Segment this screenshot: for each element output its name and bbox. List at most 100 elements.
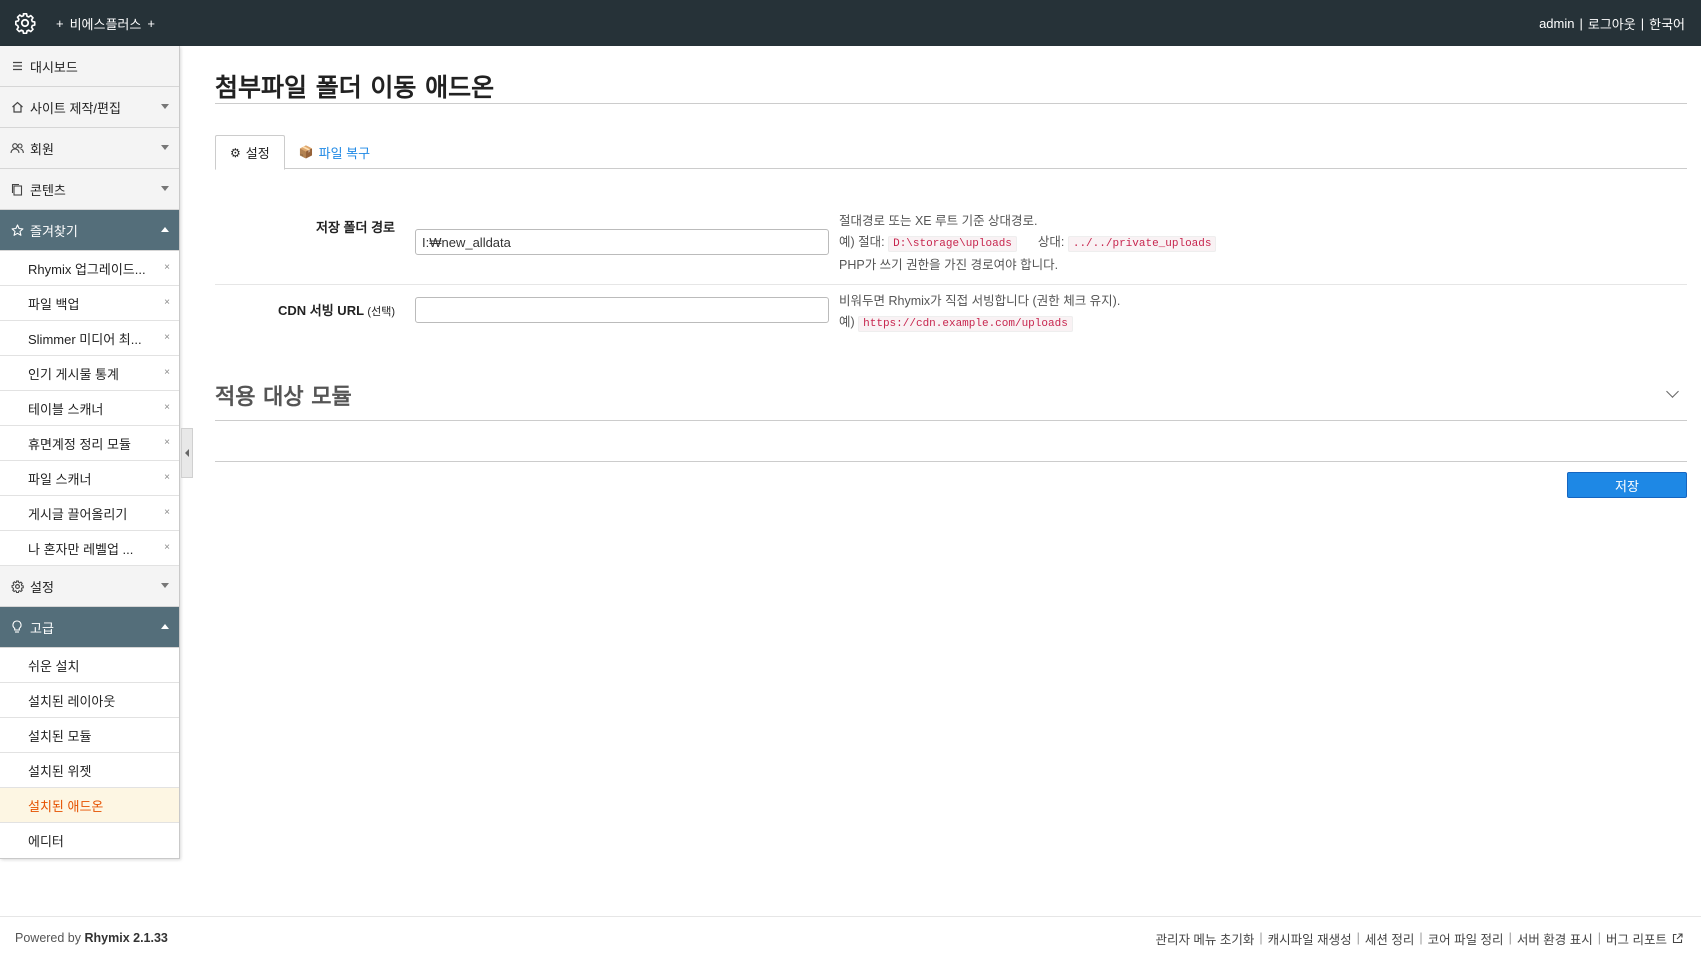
sidebar-item-installed-modules[interactable]: 설치된 모듈: [0, 718, 179, 753]
section-title: 적용 대상 모듈: [215, 385, 352, 410]
favorite-item[interactable]: 파일 스캐너 ×: [0, 461, 179, 496]
tab-settings[interactable]: ⚙ 설정: [215, 135, 285, 170]
help-abs-code: D:\storage\uploads: [888, 236, 1017, 252]
help-rel-prefix: 상대:: [1037, 235, 1065, 249]
favorite-item[interactable]: 파일 백업 ×: [0, 286, 179, 321]
cdn-url-label: CDN 서빙 URL (선택): [215, 285, 395, 343]
favorite-item[interactable]: Rhymix 업그레이드... ×: [0, 251, 179, 286]
tab-label: 설정: [245, 146, 270, 161]
sidebar-item-member[interactable]: 회원: [0, 128, 179, 169]
help-abs-prefix: 예) 절대:: [839, 235, 885, 249]
favorite-item-label: 파일 백업: [28, 296, 80, 312]
cdn-url-label-text: CDN 서빙 URL: [278, 303, 364, 318]
cdn-url-row: CDN 서빙 URL (선택) 비워두면 Rhymix가 직접 서빙합니다 (권…: [215, 285, 1687, 343]
cdn-url-input[interactable]: [415, 297, 829, 323]
caret-down-icon: [161, 145, 169, 150]
sidebar-item-label: 설치된 애드온: [28, 798, 104, 814]
separator: |: [1356, 931, 1360, 945]
sidebar-item-label: 고급: [30, 620, 54, 636]
user-link[interactable]: admin: [1539, 16, 1574, 31]
sidebar-collapse-button[interactable]: [181, 428, 193, 478]
sidebar-item-label: 설치된 레이아웃: [28, 693, 116, 709]
package-icon: 📦: [298, 145, 314, 159]
add-shortcut-left[interactable]: +: [56, 16, 64, 31]
remove-favorite-icon[interactable]: ×: [164, 262, 170, 273]
favorite-item[interactable]: 게시글 끌어올리기 ×: [0, 496, 179, 531]
logout-link[interactable]: 로그아웃: [1588, 14, 1636, 33]
favorite-item[interactable]: Slimmer 미디어 최... ×: [0, 321, 179, 356]
storage-path-field-wrap: [415, 209, 829, 284]
remove-favorite-icon[interactable]: ×: [164, 332, 170, 343]
sidebar-item-label: 회원: [30, 141, 54, 157]
sidebar-item-dashboard[interactable]: 대시보드: [0, 46, 179, 87]
star-icon: [8, 223, 26, 237]
caret-up-icon: [161, 624, 169, 629]
favorite-item-label: 나 혼자만 레벨업 ...: [28, 541, 134, 557]
sidebar-item-label: 설치된 위젯: [28, 763, 92, 779]
sidebar: 대시보드 사이트 제작/편집 회원 콘텐츠 즐겨찾기 Rhymix 업그레이드.…: [0, 46, 180, 859]
bulb-icon: [8, 620, 26, 634]
add-shortcut-right[interactable]: +: [147, 16, 155, 31]
sidebar-item-editor[interactable]: 에디터: [0, 823, 179, 858]
storage-path-row: 저장 폴더 경로 절대경로 또는 XE 루트 기준 상대경로. 예) 절대: D…: [215, 209, 1687, 285]
favorite-item[interactable]: 나 혼자만 레벨업 ... ×: [0, 531, 179, 566]
users-icon: [8, 142, 26, 154]
footer-link-clean-session[interactable]: 세션 정리: [1365, 929, 1414, 948]
storage-path-label: 저장 폴더 경로: [316, 220, 395, 235]
powered-prefix: Powered by: [15, 931, 82, 945]
sidebar-item-installed-addons[interactable]: 설치된 애드온: [0, 788, 179, 823]
favorite-item[interactable]: 인기 게시물 통계 ×: [0, 356, 179, 391]
powered-brand[interactable]: Rhymix 2.1.33: [85, 931, 168, 945]
main-content: 첨부파일 폴더 이동 애드온 ⚙ 설정 📦 파일 복구 저장 폴더 경로 절대경…: [215, 46, 1687, 510]
separator: |: [1419, 931, 1423, 945]
favorite-item-label: 게시글 끌어올리기: [28, 506, 128, 522]
sidebar-item-installed-layouts[interactable]: 설치된 레이아웃: [0, 683, 179, 718]
sidebar-item-label: 대시보드: [30, 59, 78, 75]
favorite-item-label: Slimmer 미디어 최...: [28, 331, 142, 347]
sidebar-item-settings[interactable]: 설정: [0, 566, 179, 607]
remove-favorite-icon[interactable]: ×: [164, 297, 170, 308]
footer-link-regen-cache[interactable]: 캐시파일 재생성: [1268, 929, 1352, 948]
remove-favorite-icon[interactable]: ×: [164, 437, 170, 448]
remove-favorite-icon[interactable]: ×: [164, 542, 170, 553]
footer-link-clean-core[interactable]: 코어 파일 정리: [1428, 929, 1504, 948]
site-name-link[interactable]: 비에스플러스: [70, 14, 142, 33]
cdn-url-label-optional: (선택): [367, 306, 395, 318]
footer-link-reset-menu[interactable]: 관리자 메뉴 초기화: [1155, 929, 1254, 948]
save-button[interactable]: 저장: [1567, 472, 1687, 498]
caret-up-icon: [161, 227, 169, 232]
sidebar-item-installed-widgets[interactable]: 설치된 위젯: [0, 753, 179, 788]
target-modules-section[interactable]: 적용 대상 모듈: [215, 379, 1687, 421]
footer-link-bug-report[interactable]: 버그 리포트: [1606, 929, 1667, 948]
separator: |: [1259, 931, 1263, 945]
sidebar-item-advanced[interactable]: 고급: [0, 607, 179, 648]
sidebar-item-label: 에디터: [28, 834, 64, 849]
help-ex-code: https://cdn.example.com/uploads: [858, 316, 1073, 332]
sidebar-item-label: 설치된 모듈: [28, 728, 92, 744]
sidebar-item-favorites[interactable]: 즐겨찾기: [0, 210, 179, 251]
caret-left-icon: [185, 449, 189, 457]
sidebar-item-site[interactable]: 사이트 제작/편집: [0, 87, 179, 128]
storage-path-help: 절대경로 또는 XE 루트 기준 상대경로. 예) 절대: D:\storage…: [839, 209, 1217, 284]
favorite-item[interactable]: 테이블 스캐너 ×: [0, 391, 179, 426]
sidebar-item-content[interactable]: 콘텐츠: [0, 169, 179, 210]
favorite-item-label: 휴면계정 정리 모듈: [28, 436, 131, 452]
remove-favorite-icon[interactable]: ×: [164, 507, 170, 518]
footer-link-server-env[interactable]: 서버 환경 표시: [1517, 929, 1593, 948]
language-link[interactable]: 한국어: [1649, 14, 1685, 33]
help-ex-prefix: 예): [839, 315, 855, 329]
storage-path-input[interactable]: [415, 229, 829, 255]
separator: |: [1597, 931, 1602, 945]
remove-favorite-icon[interactable]: ×: [164, 472, 170, 483]
caret-down-icon: [161, 186, 169, 191]
remove-favorite-icon[interactable]: ×: [164, 367, 170, 378]
cdn-url-field-wrap: [415, 285, 829, 343]
favorite-item-label: 파일 스캐너: [28, 471, 92, 487]
favorite-item[interactable]: 휴면계정 정리 모듈 ×: [0, 426, 179, 461]
separator: |: [1508, 931, 1512, 945]
tab-file-recovery[interactable]: 📦 파일 복구: [285, 135, 384, 169]
sidebar-item-easy-install[interactable]: 쉬운 설치: [0, 648, 179, 683]
remove-favorite-icon[interactable]: ×: [164, 402, 170, 413]
help-text: 비워두면 Rhymix가 직접 서빙합니다 (권한 체크 유지).: [839, 294, 1121, 308]
gear-logo-icon[interactable]: [0, 0, 50, 46]
